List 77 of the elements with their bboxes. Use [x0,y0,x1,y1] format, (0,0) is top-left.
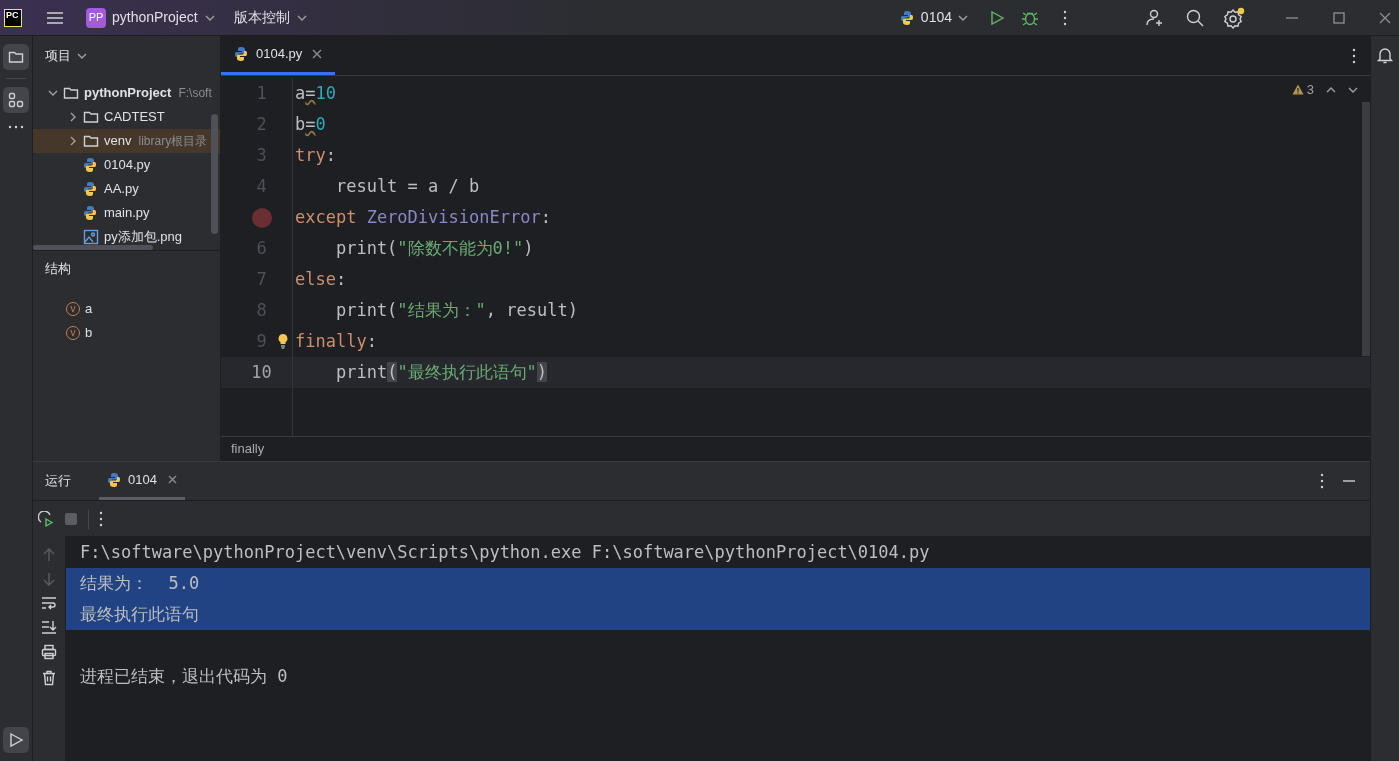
search-icon[interactable] [1185,7,1205,28]
scrollbar[interactable] [1362,102,1370,356]
code-line: result = a / b [334,174,480,198]
tree-item[interactable]: 0104.py [33,153,220,177]
folder-icon [83,133,99,149]
tree-item[interactable]: venv library根目录 [33,129,220,153]
scrollbar[interactable] [211,114,218,234]
code-line: print("最终执行此语句") [334,360,548,384]
notifications-icon[interactable] [1376,46,1394,64]
structure-tool-button[interactable] [3,87,29,113]
code-line: finally: [295,329,377,353]
file-tab[interactable]: 0104.py [221,36,336,75]
more-icon[interactable] [1320,473,1324,489]
line-number: 10 [251,360,272,384]
scrollbar[interactable] [33,245,153,250]
project-tool-button[interactable] [3,44,29,70]
tree-item[interactable]: AA.py [33,177,220,201]
project-view-dropdown[interactable]: 项目 [45,46,88,66]
code-line: print("结果为：", result) [334,298,578,322]
warnings-indicator[interactable]: 3 [1291,80,1314,100]
close-icon[interactable] [312,49,323,59]
project-badge: PP [86,7,106,28]
more-icon[interactable] [1063,9,1067,26]
settings-icon[interactable] [1223,6,1245,29]
project-dropdown[interactable]: PP pythonProject [84,3,218,32]
app-logo: PC [4,8,22,27]
run-tab[interactable]: 0104 [99,462,185,500]
console-line: F:\software\pythonProject\venv\Scripts\python.exe F:\software\pythonProject\0104.py [80,540,930,564]
vcs-dropdown[interactable]: 版本控制 [233,7,308,28]
console-line: 进程已结束，退出代码为 0 [80,664,288,688]
run-icon [8,732,24,748]
python-icon [899,9,916,26]
close-icon[interactable] [167,475,177,484]
scroll-to-end-icon[interactable] [41,620,57,634]
panel-title: 运行 [45,472,71,491]
python-icon [83,205,99,221]
run-config-dropdown[interactable]: 0104 [899,7,969,28]
more-icon[interactable] [99,510,103,527]
close-icon[interactable] [1379,11,1391,24]
more-icon[interactable] [8,125,24,129]
folder-icon [8,49,24,65]
console-line: 结果为： 5.0 [80,571,200,595]
tree-item[interactable]: main.py [33,201,220,225]
python-icon [83,157,99,173]
lightbulb-icon[interactable] [277,333,289,349]
run-icon[interactable] [989,9,1005,26]
soft-wrap-icon[interactable] [41,596,57,610]
structure-item[interactable]: v a [33,296,220,321]
rerun-icon[interactable] [38,510,54,527]
more-icon[interactable] [1352,47,1356,64]
code-line: a=10 [295,81,336,105]
console-line: 最终执行此语句 [80,602,199,626]
python-icon [83,181,99,197]
tree-item[interactable]: py添加包.png [33,225,220,249]
structure-icon [8,92,24,108]
trash-icon[interactable] [42,670,56,686]
python-icon [234,46,250,62]
menu-icon[interactable] [46,10,64,25]
code-line: print("除数不能为0!") [334,236,534,260]
code-line: try: [295,143,336,167]
python-icon [107,471,123,488]
structure-item[interactable]: v b [33,320,220,345]
folder-icon [83,109,99,125]
run-tool-button[interactable] [3,727,29,753]
tree-item[interactable]: CADTEST [33,105,220,129]
panel-title: 结构 [44,260,72,278]
breadcrumb[interactable]: finally [231,439,265,459]
tree-item[interactable]: pythonProject F:\soft [33,81,220,105]
code-line: b=0 [295,112,326,136]
maximize-icon[interactable] [1333,11,1345,24]
image-icon [83,229,99,245]
folder-icon [63,85,79,101]
code-line: except ZeroDivisionError: [295,205,551,229]
add-user-icon[interactable] [1145,7,1165,28]
warning-icon [1291,84,1304,96]
print-icon[interactable] [41,644,57,660]
code-line: else: [295,267,347,291]
